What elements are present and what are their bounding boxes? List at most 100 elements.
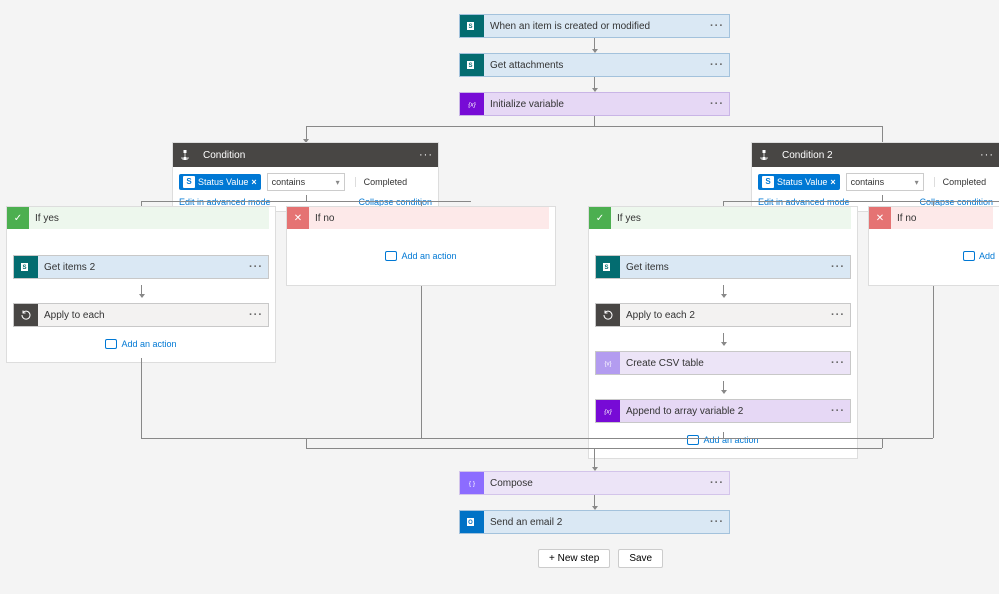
operator-dropdown[interactable]: contains ▾ [267, 173, 345, 191]
save-button[interactable]: Save [618, 549, 663, 568]
add-action-link[interactable]: Add [963, 251, 995, 261]
ellipsis-icon[interactable]: ··· [244, 261, 268, 273]
ellipsis-icon[interactable]: ··· [705, 59, 729, 71]
branch-title: If no [309, 207, 549, 229]
table-icon: {v} [596, 352, 620, 374]
compose-step[interactable]: { } Compose ··· [459, 471, 730, 495]
create-csv-step[interactable]: {v} Create CSV table ··· [595, 351, 851, 375]
ellipsis-icon[interactable]: ··· [705, 98, 729, 110]
dynamic-content-tag[interactable]: S Status Value × [179, 174, 261, 190]
ellipsis-icon[interactable]: ··· [705, 477, 729, 489]
svg-text:S: S [22, 265, 26, 271]
ellipsis-icon[interactable]: ··· [705, 20, 729, 32]
branch-if-yes-2: ✓ If yes S Get items ··· Apply to each 2… [588, 206, 858, 459]
variable-icon: {x} [460, 93, 484, 115]
sharepoint-icon: S [460, 15, 484, 37]
connector-line [306, 438, 307, 448]
step-label: Get items 2 [38, 262, 244, 273]
send-email-label: Send an email 2 [484, 517, 705, 528]
chevron-down-icon: ▾ [336, 178, 340, 187]
get-items-2-step[interactable]: S Get items 2 ··· [13, 255, 269, 279]
ellipsis-icon[interactable]: ··· [826, 405, 850, 417]
svg-text:S: S [604, 265, 608, 271]
tag-text: Status Value [777, 175, 827, 189]
sharepoint-icon: S [183, 176, 195, 188]
connector-line [933, 286, 934, 438]
dynamic-content-tag[interactable]: S Status Value × [758, 174, 840, 190]
arrow-connector [594, 77, 595, 91]
add-action-row: Add [869, 229, 999, 274]
close-icon[interactable]: × [830, 175, 835, 189]
sharepoint-icon: S [14, 256, 38, 278]
ellipsis-icon[interactable]: ··· [826, 261, 850, 273]
branch-header: ✓ If yes [7, 207, 275, 229]
branch-header: ✕ If no [287, 207, 555, 229]
get-attachments-step[interactable]: S Get attachments ··· [459, 53, 730, 77]
ellipsis-icon[interactable]: ··· [244, 309, 268, 321]
operator-value: contains [272, 177, 306, 187]
add-action-link[interactable]: Add an action [105, 339, 176, 349]
branch-title: If no [891, 207, 993, 229]
check-icon: ✓ [7, 207, 29, 229]
initialize-variable-step[interactable]: {x} Initialize variable ··· [459, 92, 730, 116]
close-icon: ✕ [869, 207, 891, 229]
condition-value: Completed [355, 177, 408, 187]
svg-text:{v}: {v} [604, 362, 611, 368]
operator-dropdown[interactable]: contains ▾ [846, 173, 924, 191]
plus-icon [105, 339, 117, 349]
sharepoint-icon: S [762, 176, 774, 188]
connector-line [882, 438, 883, 448]
trigger-label: When an item is created or modified [484, 21, 705, 32]
chevron-down-icon: ▾ [915, 178, 919, 187]
ellipsis-icon[interactable]: ··· [705, 516, 729, 528]
branch-if-no-1: ✕ If no Add an action [286, 206, 556, 286]
apply-to-each-2-step[interactable]: Apply to each 2 ··· [595, 303, 851, 327]
add-action-link[interactable]: Add an action [385, 251, 456, 261]
apply-to-each-step[interactable]: Apply to each ··· [13, 303, 269, 327]
arrow-connector [723, 333, 724, 345]
svg-text:S: S [468, 24, 472, 30]
step-label: Apply to each 2 [620, 310, 826, 321]
connector-line [141, 201, 142, 206]
branch-if-no-2: ✕ If no Add [868, 206, 999, 286]
connector-line [723, 201, 999, 202]
connector-line [421, 201, 422, 206]
ellipsis-icon[interactable]: ··· [826, 309, 850, 321]
trigger-step[interactable]: S When an item is created or modified ··… [459, 14, 730, 38]
connector-line [594, 116, 595, 126]
append-array-step[interactable]: {x} Append to array variable 2 ··· [595, 399, 851, 423]
svg-text:{x}: {x} [468, 102, 476, 109]
get-items-step[interactable]: S Get items ··· [595, 255, 851, 279]
condition-icon [752, 149, 776, 161]
ellipsis-icon[interactable]: ··· [975, 149, 999, 161]
condition-expression: S Status Value × contains ▾ Completed [173, 167, 438, 197]
connector-line [141, 358, 142, 438]
init-var-label: Initialize variable [484, 99, 705, 110]
ellipsis-icon[interactable]: ··· [414, 149, 438, 161]
arrow-connector [594, 38, 595, 52]
connector-line [421, 286, 422, 438]
arrow-connector [594, 448, 595, 470]
connector-line [141, 438, 594, 439]
connector-line [933, 201, 934, 206]
condition-header: Condition 2 ··· [752, 143, 999, 167]
flow-footer-buttons: + New step Save [538, 549, 663, 568]
branch-title: If yes [29, 207, 269, 229]
compose-icon: { } [460, 472, 484, 494]
check-icon: ✓ [589, 207, 611, 229]
plus-icon [385, 251, 397, 261]
send-email-step[interactable]: O Send an email 2 ··· [459, 510, 730, 534]
close-icon[interactable]: × [251, 175, 256, 189]
connector-line [882, 126, 883, 142]
variable-icon: {x} [596, 400, 620, 422]
condition-title: Condition 2 [776, 150, 975, 161]
operator-value: contains [851, 177, 885, 187]
new-step-button[interactable]: + New step [538, 549, 610, 568]
condition-header: Condition ··· [173, 143, 438, 167]
sharepoint-icon: S [460, 54, 484, 76]
branch-if-yes-1: ✓ If yes S Get items 2 ··· Apply to each… [6, 206, 276, 363]
condition-value: Completed [934, 177, 987, 187]
close-icon: ✕ [287, 207, 309, 229]
ellipsis-icon[interactable]: ··· [826, 357, 850, 369]
connector-line [306, 126, 882, 127]
